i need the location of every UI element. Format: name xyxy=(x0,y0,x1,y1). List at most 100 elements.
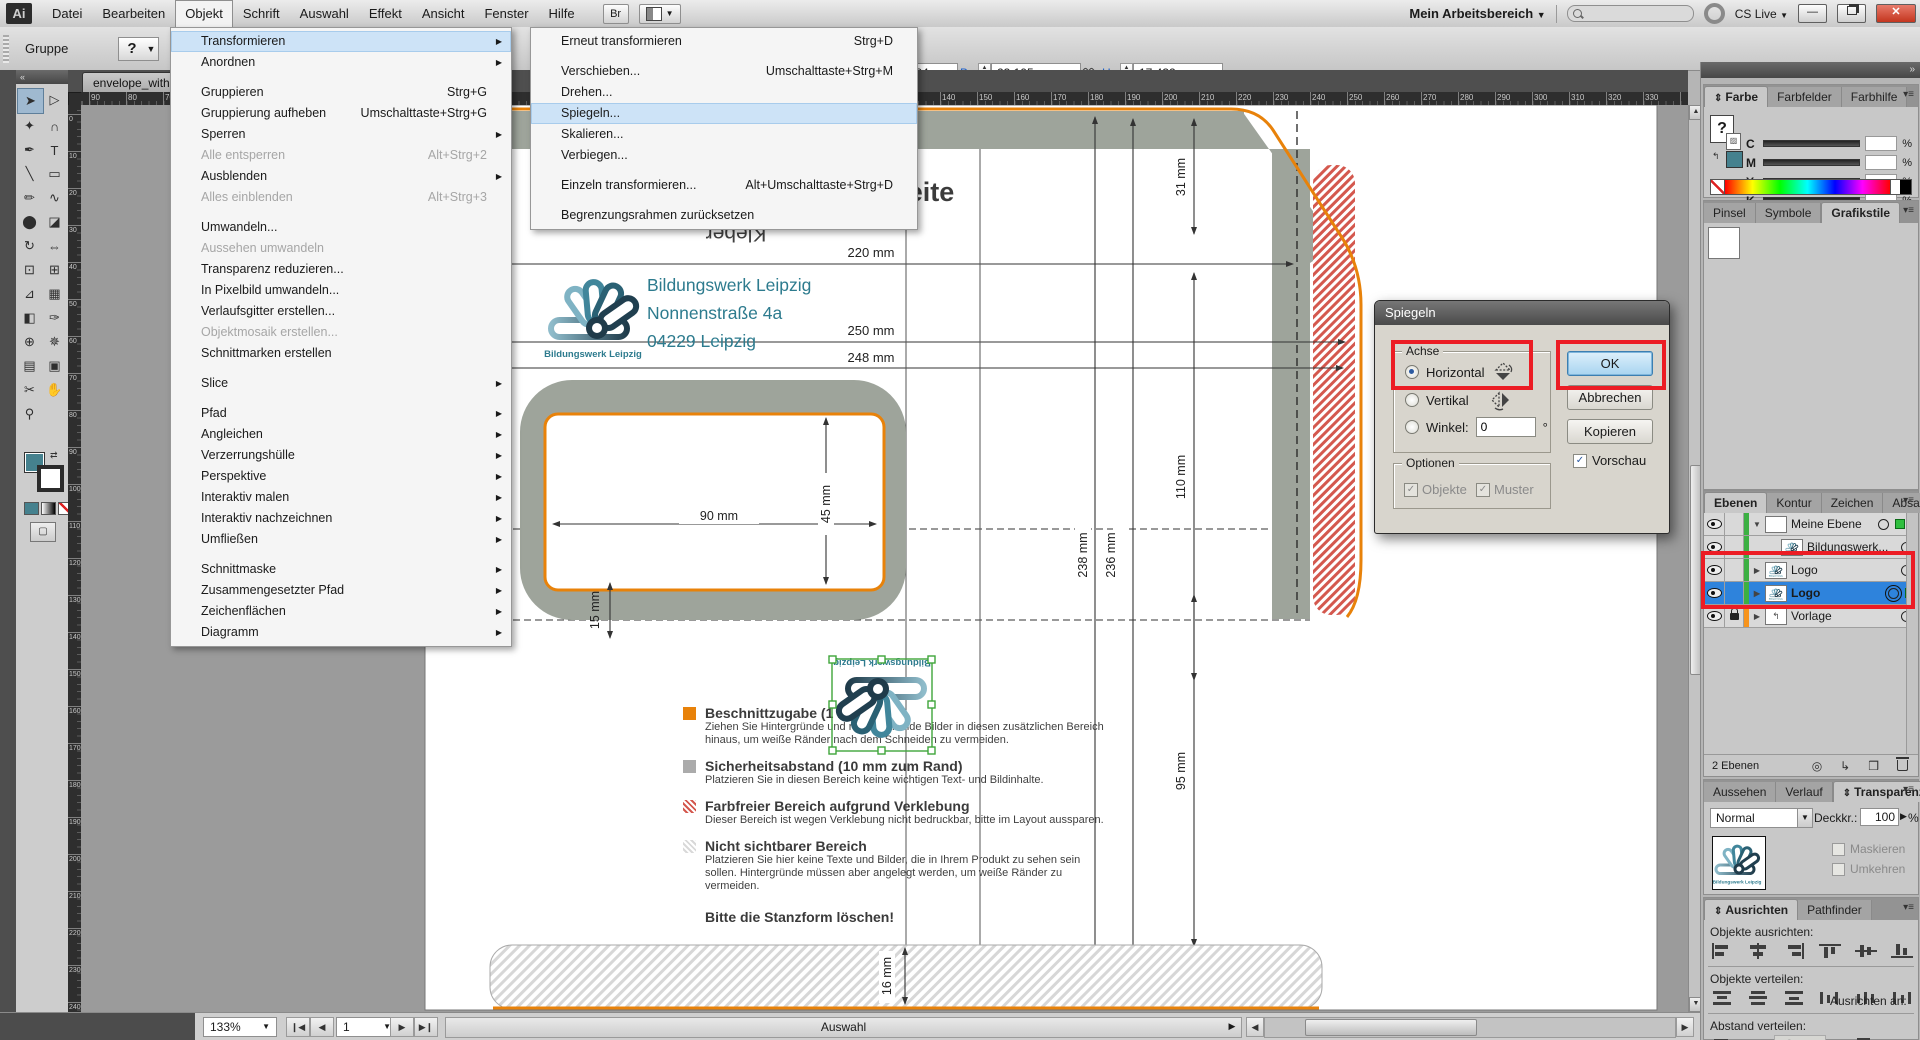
rectangle-tool[interactable]: ▭ xyxy=(42,162,67,186)
menubar-item[interactable]: Schrift xyxy=(233,0,290,27)
menu-item[interactable]: Einzeln transformieren... Alt+Umschaltta… xyxy=(531,175,917,196)
tab-farbhilfe[interactable]: Farbhilfe xyxy=(1842,87,1908,107)
winkel-input[interactable] xyxy=(1476,417,1536,437)
menubar-item[interactable]: Ansicht xyxy=(412,0,475,27)
lasso-tool[interactable]: ∩ xyxy=(42,114,67,138)
delete-layer-button[interactable] xyxy=(1897,760,1908,771)
mesh-tool[interactable]: ▦ xyxy=(42,282,67,306)
first-page-button[interactable]: ❙◀ xyxy=(286,1017,310,1037)
last-page-button[interactable]: ▶❙ xyxy=(414,1017,438,1037)
menu-item[interactable]: Sperren ▶ xyxy=(171,124,511,145)
muster-checkbox[interactable]: ✓Muster xyxy=(1476,482,1534,497)
pencil-tool[interactable]: ∿ xyxy=(42,186,67,210)
menu-item[interactable]: Umwandeln... ▶ xyxy=(171,217,511,238)
menu-item[interactable]: Transparenz reduzieren... ▶ xyxy=(171,259,511,280)
menu-item[interactable]: Zeichenflächen ▶ xyxy=(171,601,511,622)
minimize-button[interactable]: — xyxy=(1798,4,1827,23)
menu-item[interactable]: Drehen... ▶ xyxy=(531,82,917,103)
channel-value-field[interactable] xyxy=(1865,155,1897,170)
menubar-item[interactable]: Auswahl xyxy=(290,0,359,27)
tab-verlauf[interactable]: Verlauf xyxy=(1776,782,1832,802)
none-swatch[interactable] xyxy=(1711,180,1725,194)
menu-item[interactable]: In Pixelbild umwandeln... ▶ xyxy=(171,280,511,301)
panel-menu-icon[interactable]: ▾≡ xyxy=(1903,205,1914,216)
gradient-mode-button[interactable] xyxy=(41,502,56,515)
workspace-switcher[interactable]: Mein Arbeitsbereich ▼ xyxy=(1409,6,1545,21)
horizontal-space-button[interactable] xyxy=(1742,1035,1766,1040)
menu-item[interactable]: Objektmosaik erstellen... ▶ xyxy=(171,322,511,343)
blob-brush-tool[interactable]: ⬤ xyxy=(17,210,42,234)
lock-toggle[interactable] xyxy=(1725,513,1744,535)
stroke-swatch[interactable] xyxy=(37,465,64,492)
menubar-item[interactable]: Hilfe xyxy=(539,0,585,27)
scale-tool[interactable]: ⇔ xyxy=(42,234,67,258)
align-left-button[interactable] xyxy=(1710,941,1734,961)
menu-item[interactable]: Slice ▶ xyxy=(171,373,511,394)
target-circle[interactable] xyxy=(1878,519,1889,530)
channel-slider[interactable] xyxy=(1763,140,1860,147)
dialog-title-bar[interactable]: Spiegeln xyxy=(1375,301,1669,325)
pen-tool[interactable]: ✒ xyxy=(17,138,42,162)
eraser-tool[interactable]: ◪ xyxy=(42,210,67,234)
menu-item[interactable]: Pfad ▶ xyxy=(171,403,511,424)
panel-menu-icon[interactable]: ▾≡ xyxy=(1903,784,1914,795)
horizontal-scroll-thumb[interactable] xyxy=(1305,1019,1477,1036)
menu-item[interactable]: ▶ xyxy=(171,550,511,559)
expander-icon[interactable]: ▼ xyxy=(1749,520,1765,529)
artboard-tool[interactable]: ▣ xyxy=(42,354,67,378)
prev-page-button[interactable]: ◀ xyxy=(310,1017,334,1037)
menu-item[interactable]: Skalieren... ▶ xyxy=(531,124,917,145)
menu-item[interactable]: ▶ xyxy=(171,364,511,373)
screen-mode-button[interactable]: ▢ xyxy=(30,522,56,542)
hand-tool[interactable]: ✋ xyxy=(42,378,67,402)
menu-item[interactable]: Gruppierung aufheben Umschalttaste+Strg+… xyxy=(171,103,511,124)
tab-farbe[interactable]: ⇕Farbe xyxy=(1704,86,1768,107)
menubar-item[interactable]: Objekt xyxy=(175,0,233,27)
distribute-bottom-button[interactable] xyxy=(1782,988,1806,1008)
menu-item[interactable]: Angleichen ▶ xyxy=(171,424,511,445)
blend-tool[interactable]: ⊕ xyxy=(17,330,42,354)
status-flyout-icon[interactable]: ▶ xyxy=(1225,1020,1239,1033)
menu-item[interactable]: Transformieren ▶ xyxy=(171,31,511,52)
slice-tool[interactable]: ✂ xyxy=(17,378,42,402)
tab-ebenen[interactable]: Ebenen xyxy=(1704,492,1767,513)
menu-item[interactable]: Alle entsperren Alt+Strg+2 ▶ xyxy=(171,145,511,166)
align-to-selector[interactable]: ▼ xyxy=(1854,1035,1878,1040)
dock-collapse-strip[interactable] xyxy=(0,70,17,1012)
tab-symbole[interactable]: Symbole xyxy=(1756,203,1822,223)
panel-menu-icon[interactable]: ▾≡ xyxy=(1903,902,1914,913)
graphic-style-thumbnail[interactable] xyxy=(1708,227,1740,259)
graph-tool[interactable]: ▤ xyxy=(17,354,42,378)
vertical-ruler[interactable]: 0102030405060708090100110120130140150160… xyxy=(68,105,81,1012)
white-swatch[interactable] xyxy=(1890,180,1900,194)
menubar-item[interactable]: Bearbeiten xyxy=(92,0,175,27)
direct-selection-tool[interactable]: ▷ xyxy=(42,88,67,112)
tab-ausrichten[interactable]: ⇕Ausrichten xyxy=(1704,899,1798,920)
menu-item[interactable]: Verbiegen... ▶ xyxy=(531,145,917,166)
menu-item[interactable]: ▶ xyxy=(531,196,917,205)
menubar-item[interactable]: Effekt xyxy=(359,0,412,27)
align-top-button[interactable] xyxy=(1818,941,1842,961)
menu-item[interactable]: ▶ xyxy=(171,208,511,217)
visibility-toggle[interactable] xyxy=(1704,513,1725,535)
black-swatch[interactable] xyxy=(1900,180,1911,194)
symbol-sprayer-tool[interactable]: ✵ xyxy=(42,330,67,354)
eyedropper-tool[interactable]: ✑ xyxy=(42,306,67,330)
new-layer-button[interactable]: ❒ xyxy=(1868,759,1879,773)
tab-farbfelder[interactable]: Farbfelder xyxy=(1768,87,1842,107)
menu-item[interactable]: Schnittmaske ▶ xyxy=(171,559,511,580)
vertical-space-button[interactable] xyxy=(1710,1035,1734,1040)
menu-item[interactable]: ▶ xyxy=(171,394,511,403)
channel-slider[interactable] xyxy=(1763,159,1860,166)
menu-item[interactable]: Interaktiv nachzeichnen ▶ xyxy=(171,508,511,529)
distribute-vcenter-button[interactable] xyxy=(1746,988,1770,1008)
opacity-field[interactable]: 100 xyxy=(1860,808,1899,826)
menubar-item[interactable]: Fenster xyxy=(474,0,538,27)
umkehren-checkbox[interactable]: Umkehren xyxy=(1832,862,1905,876)
magic-wand-tool[interactable]: ✦ xyxy=(17,114,42,138)
channel-value-field[interactable] xyxy=(1865,136,1897,151)
menubar-item[interactable]: Datei xyxy=(42,0,92,27)
expander-icon[interactable]: ▶ xyxy=(1749,612,1765,621)
tab-aussehen[interactable]: Aussehen xyxy=(1704,782,1776,802)
menu-item[interactable]: Verschieben... Umschalttaste+Strg+M ▶ xyxy=(531,61,917,82)
